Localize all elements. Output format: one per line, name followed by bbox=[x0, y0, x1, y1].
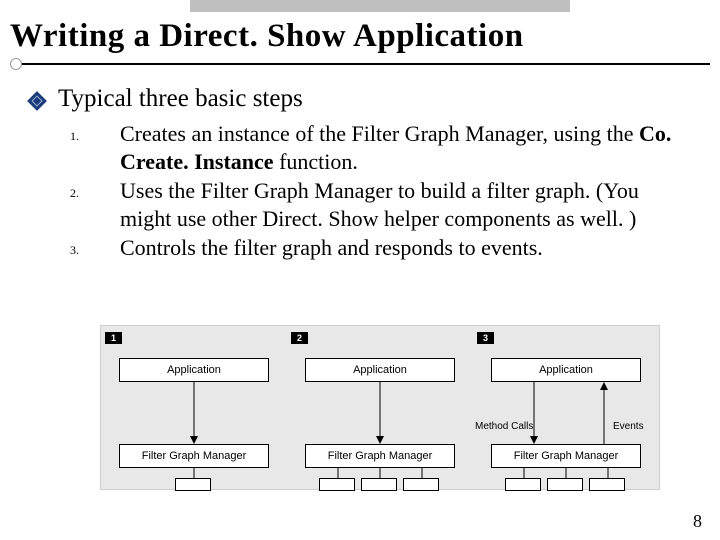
numbered-list: 1. Creates an instance of the Filter Gra… bbox=[70, 120, 680, 264]
filter-box bbox=[589, 478, 625, 491]
list-text: Uses the Filter Graph Manager to build a… bbox=[120, 177, 680, 232]
top-accent-bar bbox=[190, 0, 570, 12]
step-tag: 1 bbox=[105, 332, 122, 344]
list-item: 3. Controls the filter graph and respond… bbox=[70, 234, 680, 262]
slide-title: Writing a Direct. Show Application bbox=[10, 18, 524, 55]
connector-line-icon bbox=[337, 468, 339, 478]
arrow-down-icon bbox=[379, 382, 381, 444]
method-calls-label: Method Calls bbox=[475, 421, 533, 432]
filter-box bbox=[361, 478, 397, 491]
app-box: Application bbox=[305, 358, 455, 382]
list-number: 2. bbox=[70, 177, 120, 232]
step-tag: 3 bbox=[477, 332, 494, 344]
arrow-down-icon bbox=[533, 382, 535, 444]
arrow-down-small-icon bbox=[193, 468, 195, 478]
connector-line-icon bbox=[523, 468, 525, 478]
connector-line-icon bbox=[607, 468, 609, 478]
list-text: Controls the filter graph and responds t… bbox=[120, 234, 680, 262]
text-pre: Creates an instance of the Filter Graph … bbox=[120, 121, 639, 146]
filter-box bbox=[505, 478, 541, 491]
list-number: 1. bbox=[70, 120, 120, 175]
list-number: 3. bbox=[70, 234, 120, 262]
filter-box bbox=[547, 478, 583, 491]
circle-accent-icon bbox=[10, 58, 22, 70]
text-post: function. bbox=[274, 149, 358, 174]
subtitle-text: Typical three basic steps bbox=[58, 85, 303, 113]
diagram-col-2: 2 Application Filter Graph Manager bbox=[287, 326, 473, 491]
arrow-up-icon bbox=[603, 382, 605, 444]
page-number: 8 bbox=[693, 511, 702, 532]
arrow-down-icon bbox=[193, 382, 195, 444]
app-box: Application bbox=[491, 358, 641, 382]
slide-root: Writing a Direct. Show Application Typic… bbox=[0, 0, 720, 540]
connector-line-icon bbox=[379, 468, 381, 478]
diagram-container: 1 Application Filter Graph Manager 2 App… bbox=[100, 325, 660, 490]
fgm-box: Filter Graph Manager bbox=[491, 444, 641, 468]
filter-box bbox=[319, 478, 355, 491]
title-underline bbox=[10, 63, 710, 65]
subtitle-row: Typical three basic steps bbox=[30, 85, 303, 113]
filter-box bbox=[175, 478, 211, 491]
connector-line-icon bbox=[565, 468, 567, 478]
list-text: Creates an instance of the Filter Graph … bbox=[120, 120, 680, 175]
step-tag: 2 bbox=[291, 332, 308, 344]
diagram-col-3: 3 Application Method Calls Events Filter… bbox=[473, 326, 661, 491]
diamond-bullet-icon bbox=[27, 91, 47, 111]
events-label: Events bbox=[613, 421, 644, 432]
fgm-box: Filter Graph Manager bbox=[305, 444, 455, 468]
diagram-col-1: 1 Application Filter Graph Manager bbox=[101, 326, 287, 491]
app-box: Application bbox=[119, 358, 269, 382]
list-item: 1. Creates an instance of the Filter Gra… bbox=[70, 120, 680, 175]
list-item: 2. Uses the Filter Graph Manager to buil… bbox=[70, 177, 680, 232]
fgm-box: Filter Graph Manager bbox=[119, 444, 269, 468]
filter-box bbox=[403, 478, 439, 491]
connector-line-icon bbox=[421, 468, 423, 478]
